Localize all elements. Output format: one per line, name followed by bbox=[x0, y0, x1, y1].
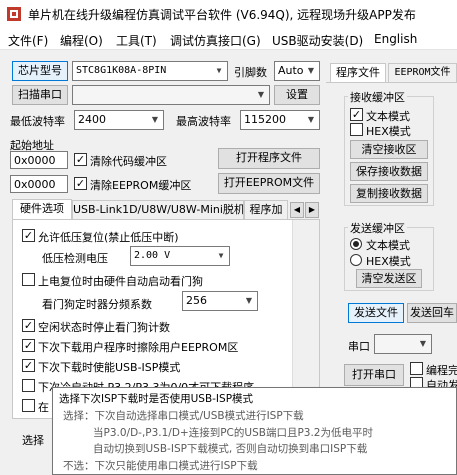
send-buffer-title: 发送缓冲区 bbox=[348, 220, 407, 236]
clear-code-checkbox[interactable]: ✓ bbox=[74, 153, 87, 166]
clear-code-label: 清除代码缓冲区 bbox=[90, 155, 167, 168]
chevron-down-icon: ▼ bbox=[257, 90, 265, 99]
low-voltage-reset-checkbox[interactable]: ✓ bbox=[22, 229, 35, 242]
next-usb-isp-label: 下次下载时使能USB-ISP模式 bbox=[38, 361, 181, 374]
menu-program[interactable]: 编程(O) bbox=[60, 32, 103, 49]
copy-receive-button[interactable]: 复制接收数据 bbox=[350, 184, 428, 203]
min-baud-value: 2400 bbox=[78, 113, 106, 126]
usb-isp-tooltip: 选择下次ISP下载时是否使用USB-ISP模式 选择：下次自动选择串口模式/US… bbox=[52, 387, 457, 475]
chevron-down-icon: ▼ bbox=[307, 66, 315, 75]
title-bar: 单片机在线升级编程仿真调试平台软件 (V6.94Q), 远程现场升级APP发布 bbox=[0, 0, 457, 28]
clear-receive-button[interactable]: 清空接收区 bbox=[350, 140, 428, 159]
send-hex-mode-label: HEX模式 bbox=[366, 255, 411, 268]
partial-select-label: 选择 bbox=[22, 434, 44, 447]
low-voltage-value: 2.00 V bbox=[134, 250, 171, 261]
settings-button[interactable]: 设置 bbox=[274, 85, 320, 105]
program-done-label: 编程完 bbox=[426, 364, 457, 377]
min-baud-label: 最低波特率 bbox=[10, 115, 65, 128]
tab-eeprom-file[interactable]: EEPROM文件 bbox=[388, 63, 457, 82]
low-voltage-select[interactable]: 2.00 V ▼ bbox=[130, 246, 230, 266]
max-baud-value: 115200 bbox=[244, 113, 286, 126]
save-receive-button[interactable]: 保存接收数据 bbox=[350, 162, 428, 181]
watchdog-prescale-select[interactable]: 256 ▼ bbox=[182, 291, 258, 311]
tab-usb-link-offline[interactable]: USB-Link1D/U8W/U8W-Mini脱机 bbox=[72, 200, 244, 219]
partial-option-checkbox[interactable] bbox=[22, 399, 35, 412]
chevron-down-icon: ▼ bbox=[307, 115, 315, 124]
window-title: 单片机在线升级编程仿真调试平台软件 (V6.94Q), 远程现场升级APP发布 bbox=[28, 8, 416, 22]
pins-value: Auto bbox=[278, 64, 304, 77]
menu-bar: 文件(F) 编程(O) 工具(T) 调试仿真接口(G) USB驱动安装(D) E… bbox=[0, 28, 457, 50]
tooltip-line-4: 自动切换到USB-ISP下载模式, 否则自动切换到串口ISP下载 bbox=[93, 443, 368, 455]
tab-program-file[interactable]: 程序文件 bbox=[330, 63, 386, 82]
receive-text-mode-label: 文本模式 bbox=[366, 110, 410, 123]
receive-hex-mode-label: HEX模式 bbox=[366, 125, 411, 138]
max-baud-label: 最高波特率 bbox=[176, 115, 231, 128]
tooltip-line-5: 不选：下次只能使用串口模式进行ISP下载 bbox=[63, 460, 258, 472]
right-tab-divider bbox=[326, 82, 457, 83]
chevron-down-icon: ▼ bbox=[216, 66, 222, 75]
receive-buffer-title: 接收缓冲区 bbox=[348, 89, 407, 105]
scan-port-button[interactable]: 扫描串口 bbox=[12, 85, 68, 105]
serial-port-label: 串口 bbox=[348, 340, 370, 353]
serial-port-select[interactable]: ▼ bbox=[374, 334, 432, 354]
erase-eeprom-checkbox[interactable]: ✓ bbox=[22, 339, 35, 352]
low-voltage-detect-label: 低压检测电压 bbox=[42, 252, 108, 265]
low-voltage-reset-label: 允许低压复位(禁止低压中断) bbox=[38, 231, 179, 244]
tab-scroll-right-button[interactable]: ▶ bbox=[305, 202, 319, 218]
send-file-button[interactable]: 发送文件 bbox=[348, 303, 404, 323]
watchdog-auto-checkbox[interactable] bbox=[22, 273, 35, 286]
chip-model-button[interactable]: 芯片型号 bbox=[12, 61, 68, 81]
watchdog-prescale-value: 256 bbox=[186, 294, 207, 307]
open-serial-button[interactable]: 打开串口 bbox=[344, 364, 404, 386]
chip-model-value: STC8G1K08A-8PIN bbox=[76, 65, 167, 76]
idle-stop-watchdog-checkbox[interactable]: ✓ bbox=[22, 319, 35, 332]
app-icon bbox=[7, 7, 21, 21]
tab-scroll-left-button[interactable]: ◀ bbox=[290, 202, 304, 218]
tab-program-encrypt[interactable]: 程序加 bbox=[244, 200, 288, 219]
erase-eeprom-label: 下次下载用户程序时擦除用户EEPROM区 bbox=[38, 341, 239, 354]
receive-hex-mode-checkbox[interactable] bbox=[350, 123, 363, 136]
open-eeprom-file-button[interactable]: 打开EEPROM文件 bbox=[218, 173, 320, 194]
pins-label: 引脚数 bbox=[234, 66, 267, 79]
partial-option-label: 在 bbox=[38, 401, 49, 414]
menu-tools[interactable]: 工具(T) bbox=[116, 32, 157, 49]
next-usb-isp-checkbox[interactable]: ✓ bbox=[22, 359, 35, 372]
clear-eeprom-checkbox[interactable]: ✓ bbox=[74, 177, 87, 190]
chevron-down-icon: ▼ bbox=[151, 115, 159, 124]
clear-eeprom-label: 清除EEPROM缓冲区 bbox=[90, 179, 192, 192]
tooltip-line-2: 选择：下次自动选择串口模式/USB模式进行ISP下载 bbox=[63, 410, 304, 422]
idle-stop-watchdog-label: 空闲状态时停止看门狗计数 bbox=[38, 321, 170, 334]
menu-file[interactable]: 文件(F) bbox=[8, 32, 48, 49]
chevron-down-icon: ▼ bbox=[218, 251, 224, 260]
send-return-button[interactable]: 发送回车 bbox=[407, 303, 457, 323]
min-baud-select[interactable]: 2400 ▼ bbox=[74, 110, 164, 130]
tab-hardware-options[interactable]: 硬件选项 bbox=[12, 199, 72, 219]
send-text-mode-label: 文本模式 bbox=[366, 239, 410, 252]
cold-start-checkbox[interactable] bbox=[22, 379, 35, 392]
watchdog-auto-label: 上电复位时由硬件自动启动看门狗 bbox=[38, 275, 203, 288]
code-address-input[interactable]: 0x0000 bbox=[10, 151, 68, 169]
receive-text-mode-checkbox[interactable]: ✓ bbox=[350, 108, 363, 121]
pins-select[interactable]: Auto ▼ bbox=[274, 61, 320, 81]
send-text-mode-radio[interactable] bbox=[350, 238, 362, 250]
menu-debug-interface[interactable]: 调试仿真接口(G) bbox=[170, 32, 261, 49]
tooltip-line-3: 当P3.0/D-,P3.1/D+连接到PC的USB端口且P3.2为低电平时 bbox=[93, 427, 373, 439]
menu-english[interactable]: English bbox=[374, 32, 417, 46]
max-baud-select[interactable]: 115200 ▼ bbox=[240, 110, 320, 130]
send-hex-mode-radio[interactable] bbox=[350, 254, 362, 266]
chevron-down-icon: ▼ bbox=[245, 296, 253, 305]
tooltip-line-1: 选择下次ISP下载时是否使用USB-ISP模式 bbox=[59, 393, 254, 405]
chip-model-select[interactable]: STC8G1K08A-8PIN ▼ bbox=[72, 61, 228, 81]
open-program-file-button[interactable]: 打开程序文件 bbox=[218, 148, 320, 169]
menu-usb-driver[interactable]: USB驱动安装(D) bbox=[272, 32, 363, 49]
program-done-checkbox[interactable] bbox=[410, 362, 423, 375]
chevron-down-icon: ▼ bbox=[419, 339, 427, 348]
watchdog-prescale-label: 看门狗定时器分频系数 bbox=[42, 298, 152, 311]
eeprom-address-input[interactable]: 0x0000 bbox=[10, 175, 68, 193]
clear-send-button[interactable]: 清空发送区 bbox=[356, 269, 422, 288]
port-select[interactable]: ▼ bbox=[72, 85, 270, 105]
